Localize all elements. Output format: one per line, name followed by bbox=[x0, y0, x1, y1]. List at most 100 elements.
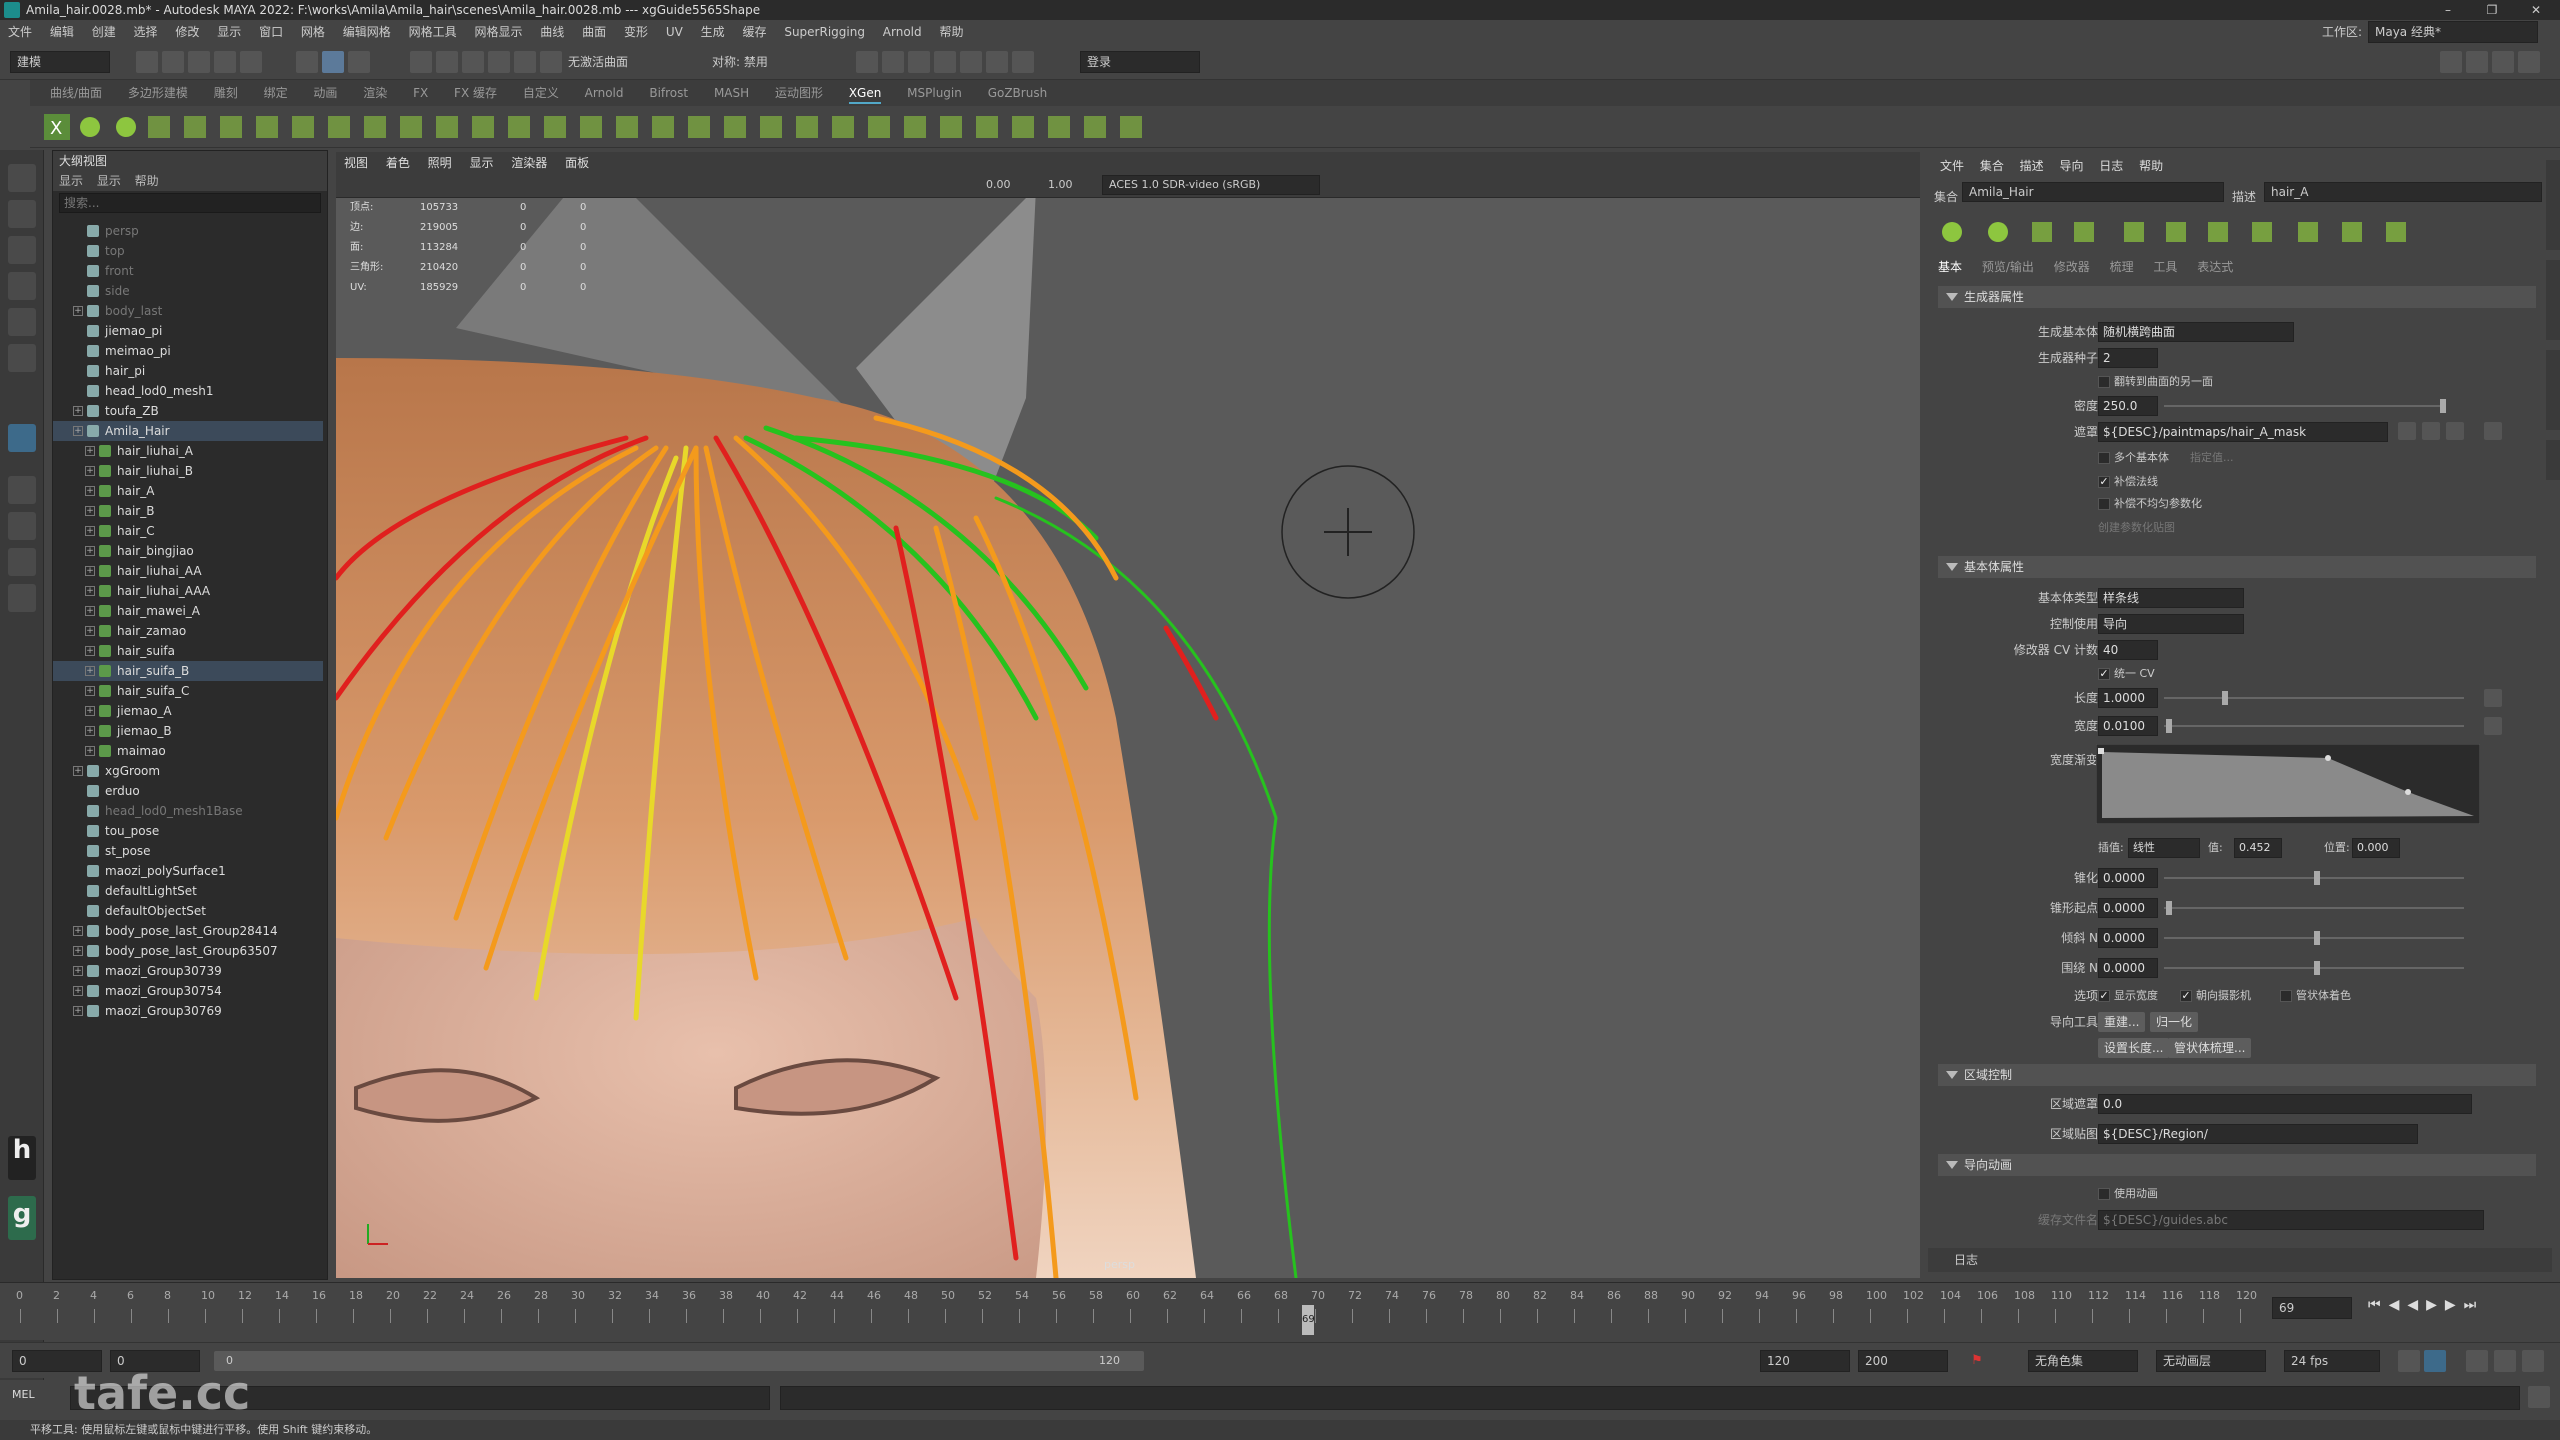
loop-icon[interactable] bbox=[2398, 1350, 2420, 1372]
outliner-search-input[interactable]: 搜索... bbox=[59, 193, 321, 213]
workspace-dropdown[interactable]: Maya 经典* bbox=[2368, 21, 2538, 43]
tab-utilities[interactable]: 工具 bbox=[2153, 260, 2177, 274]
time-slider[interactable]: 0 2 4 6 8 10 12 14 16 18 20 22 24 26 28 30 32 34 36 38 40 42 4… bbox=[0, 1282, 2560, 1340]
outliner-item[interactable]: side bbox=[53, 281, 323, 301]
taper-slider-knob[interactable] bbox=[2314, 871, 2320, 885]
snap-grid-icon[interactable] bbox=[410, 51, 432, 73]
shelf-tab-curves[interactable]: 曲线/曲面 bbox=[50, 86, 102, 100]
specify-label[interactable]: 指定值... bbox=[2190, 446, 2234, 470]
primitive-section-header[interactable]: 基本体属性 bbox=[1938, 556, 2536, 578]
tab-modifiers[interactable]: 修改器 bbox=[2054, 260, 2090, 274]
redo-icon[interactable] bbox=[240, 51, 262, 73]
outliner-item[interactable]: + jiemao_A bbox=[53, 701, 323, 721]
side-tab-xgen[interactable] bbox=[2546, 440, 2560, 480]
expand-toggle-icon[interactable]: + bbox=[85, 446, 95, 456]
length-slider[interactable] bbox=[2164, 697, 2464, 699]
attribute-editor-icon[interactable] bbox=[2518, 51, 2540, 73]
generator-section-header[interactable]: 生成器属性 bbox=[1938, 286, 2536, 308]
script-editor-icon[interactable] bbox=[2528, 1386, 2550, 1408]
outliner-item[interactable]: + hair_liuhai_AAA bbox=[53, 581, 323, 601]
current-frame-field[interactable]: 69 bbox=[2272, 1297, 2352, 1319]
menuset-dropdown[interactable]: 建模 bbox=[10, 51, 110, 73]
goz-g-icon[interactable]: g bbox=[8, 1196, 36, 1240]
collection-dropdown[interactable]: Amila_Hair bbox=[1962, 182, 2224, 202]
current-frame-marker[interactable]: 69 bbox=[1302, 1305, 1315, 1335]
login-dropdown[interactable]: 登录 bbox=[1080, 51, 1200, 73]
width-slider-knob[interactable] bbox=[2166, 719, 2172, 733]
density-slider[interactable] bbox=[2164, 405, 2444, 407]
expand-toggle-icon[interactable]: + bbox=[85, 526, 95, 536]
menu-cache[interactable]: 缓存 bbox=[742, 25, 766, 39]
menu-display[interactable]: 显示 bbox=[217, 25, 241, 39]
outliner-item[interactable]: + hair_zamao bbox=[53, 621, 323, 641]
outliner-item[interactable]: + hair_bingjiao bbox=[53, 541, 323, 561]
menu-curves[interactable]: 曲线 bbox=[540, 25, 564, 39]
layout-outliner-icon[interactable] bbox=[8, 584, 36, 612]
gen-type-dropdown[interactable]: 随机横跨曲面 bbox=[2098, 322, 2294, 342]
taper-field[interactable]: 0.0000 bbox=[2098, 868, 2158, 888]
minimize-button[interactable]: – bbox=[2428, 0, 2468, 20]
tab-expressions[interactable]: 表达式 bbox=[2197, 260, 2233, 274]
side-tab-channel-box[interactable] bbox=[2546, 350, 2560, 430]
mask-field[interactable]: ${DESC}/paintmaps/hair_A_mask bbox=[2098, 422, 2388, 442]
around-field[interactable]: 0.0000 bbox=[2098, 958, 2158, 978]
outliner-item[interactable]: head_lod0_mesh1 bbox=[53, 381, 323, 401]
twist-field[interactable]: 0.0000 bbox=[2098, 928, 2158, 948]
undo-icon[interactable] bbox=[214, 51, 236, 73]
length-slider-knob[interactable] bbox=[2222, 691, 2228, 705]
menu-create[interactable]: 创建 bbox=[92, 25, 116, 39]
expand-toggle-icon[interactable]: + bbox=[85, 746, 95, 756]
expand-toggle-icon[interactable]: + bbox=[73, 766, 83, 776]
seed-field[interactable]: 2 bbox=[2098, 348, 2158, 368]
expand-toggle-icon[interactable]: + bbox=[85, 506, 95, 516]
menu-windows[interactable]: 窗口 bbox=[259, 25, 283, 39]
expression-menu-icon[interactable] bbox=[2484, 422, 2502, 440]
shelf-tab-fx-cache[interactable]: FX 缓存 bbox=[454, 86, 497, 100]
outliner-item[interactable]: + hair_C bbox=[53, 521, 323, 541]
use-anim-checkbox[interactable] bbox=[2098, 1188, 2110, 1200]
outliner-item[interactable]: + maozi_Group30739 bbox=[53, 961, 323, 981]
select-component-icon[interactable] bbox=[348, 51, 370, 73]
snap-point-icon[interactable] bbox=[462, 51, 484, 73]
auto-key-icon[interactable]: ⚑ bbox=[1966, 1350, 1988, 1372]
hypershade-icon[interactable] bbox=[960, 51, 982, 73]
outliner-item[interactable]: + hair_suifa_C bbox=[53, 681, 323, 701]
shelf-tab-animation[interactable]: 动画 bbox=[313, 86, 337, 100]
character-set-dropdown[interactable]: 无角色集 bbox=[2028, 1350, 2138, 1372]
shelf-tab-poly[interactable]: 多边形建模 bbox=[128, 86, 188, 100]
viewport-menu[interactable]: 视图 着色 照明 显示 渲染器 面板 bbox=[336, 152, 1920, 174]
outliner-item[interactable]: + hair_suifa bbox=[53, 641, 323, 661]
shelf-tab-motion-graphics[interactable]: 运动图形 bbox=[775, 86, 823, 100]
outliner-item[interactable]: st_pose bbox=[53, 841, 323, 861]
outliner-item[interactable]: + hair_suifa_B bbox=[53, 661, 323, 681]
sound-icon[interactable] bbox=[2466, 1350, 2488, 1372]
expand-toggle-icon[interactable]: + bbox=[73, 926, 83, 936]
rebuild-button[interactable]: 重建... bbox=[2098, 1012, 2146, 1032]
region-map-field[interactable]: ${DESC}/Region/ bbox=[2098, 1124, 2418, 1144]
expand-toggle-icon[interactable]: + bbox=[85, 726, 95, 736]
mel-label[interactable]: MEL bbox=[12, 1388, 35, 1401]
outliner-item[interactable]: top bbox=[53, 241, 323, 261]
ipr-render-icon[interactable] bbox=[908, 51, 930, 73]
density-slider-knob[interactable] bbox=[2440, 399, 2446, 413]
playback-controls[interactable]: ⏮◀◀▶▶⏭ bbox=[2368, 1297, 2484, 1313]
paint-mask-icon[interactable] bbox=[2398, 422, 2416, 440]
param-map-button[interactable]: 创建参数化贴图 bbox=[2098, 516, 2175, 540]
tube-shade-checkbox[interactable] bbox=[2280, 990, 2292, 1002]
expand-toggle-icon[interactable]: + bbox=[85, 606, 95, 616]
shelf-tab-fx[interactable]: FX bbox=[413, 86, 428, 100]
outliner-item[interactable]: + maimao bbox=[53, 741, 323, 761]
render-view-icon[interactable] bbox=[856, 51, 878, 73]
outliner-item[interactable]: + body_last bbox=[53, 301, 323, 321]
expand-toggle-icon[interactable]: + bbox=[85, 486, 95, 496]
width-slider[interactable] bbox=[2164, 725, 2464, 727]
open-scene-icon[interactable] bbox=[162, 51, 184, 73]
density-field[interactable]: 250.0 bbox=[2098, 396, 2158, 416]
shelf-tab-mash[interactable]: MASH bbox=[714, 86, 749, 100]
outliner-item[interactable]: + xgGroom bbox=[53, 761, 323, 781]
arnold-render-icon[interactable] bbox=[986, 51, 1008, 73]
expand-toggle-icon[interactable]: + bbox=[85, 586, 95, 596]
ramp-pos-field[interactable]: 0.000 bbox=[2352, 838, 2400, 858]
menu-select[interactable]: 选择 bbox=[134, 25, 158, 39]
outliner-item[interactable]: + body_pose_last_Group28414 bbox=[53, 921, 323, 941]
